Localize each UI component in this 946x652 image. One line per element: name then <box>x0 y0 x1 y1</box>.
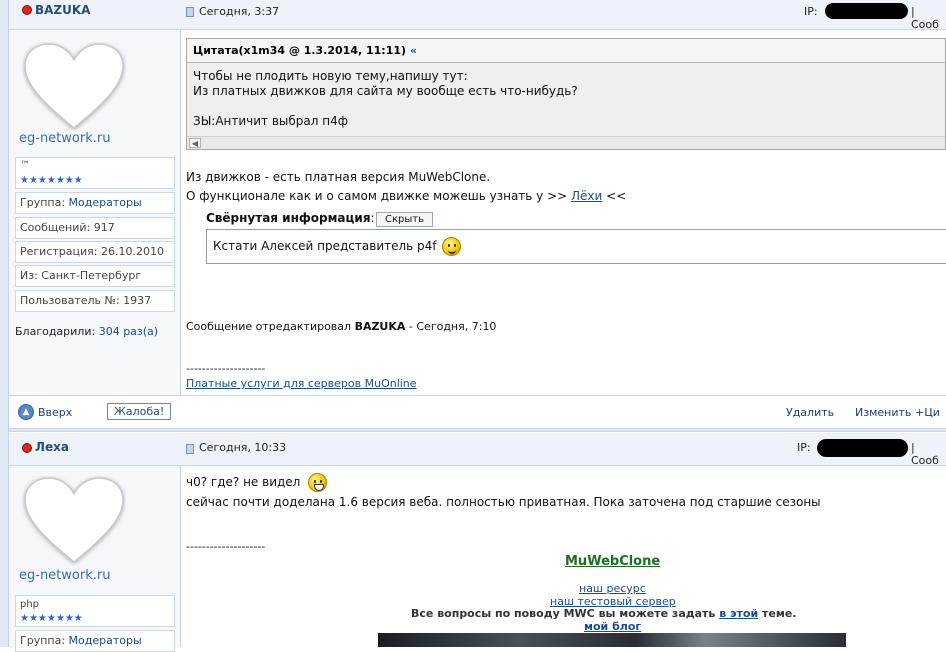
group-label: Группа: <box>20 634 66 647</box>
signature-topic-link[interactable]: в этой <box>719 607 758 620</box>
ip-suffix: | Сооб <box>911 441 939 467</box>
signature-blog-link[interactable]: мой блог <box>584 620 641 633</box>
avatar-site-label: eg-network.ru <box>19 568 111 583</box>
user-number-box: Пользователь №: 1937 <box>15 290 175 312</box>
thanks-count[interactable]: 304 раз(а) <box>99 325 158 338</box>
grin-emoticon-icon <box>308 473 327 492</box>
signature-banner-image <box>378 633 846 647</box>
location-box: Из: Санкт-Петербург <box>15 265 175 287</box>
rating-stars-icon: ★★★★★★★ <box>20 175 83 186</box>
author-profile-link[interactable]: Лёхи <box>571 189 602 203</box>
offline-status-icon <box>22 5 32 15</box>
spoiler-label: Свёрнутая информация <box>206 211 371 225</box>
scroll-top-link[interactable]: Вверх <box>38 406 72 419</box>
signature-question-suffix: теме. <box>758 607 797 620</box>
quote-text: Чтобы не плодить новую тему,напишу тут: И… <box>193 69 578 129</box>
post-body-line: сейчас почти доделана 1.6 версия веба. п… <box>186 495 821 509</box>
arrow-up-icon[interactable]: ▲ <box>18 404 34 420</box>
post-body-text: О функционале как и о самом движке можеш… <box>186 189 572 203</box>
quote-source: Цитата(x1m34 @ 1.3.2014, 11:11) <box>193 44 407 57</box>
thanks-label: Благодарили: <box>15 325 96 338</box>
registration-date: Регистрация: 26.10.2010 <box>20 245 164 258</box>
ip-label: IP: <box>797 441 811 454</box>
ip-redaction <box>817 439 908 457</box>
signature-resource-link[interactable]: наш ресурс <box>579 582 646 595</box>
edit-note-author: BAZUKA <box>354 320 406 333</box>
avatar-site-label: eg-network.ru <box>19 131 111 146</box>
post-separator <box>9 428 946 432</box>
report-button[interactable]: Жалоба! <box>107 403 172 420</box>
edit-button[interactable]: Изменить <box>855 406 911 419</box>
ip-redaction <box>825 3 908 19</box>
signature-divider: -------------------- <box>186 362 266 375</box>
thanks-row: Благодарили: 304 раз(а) <box>15 325 158 338</box>
quote-header: Цитата(x1m34 @ 1.3.2014, 11:11) « <box>187 39 945 63</box>
post-body-line: Из движков - есть платная версия MuWebCl… <box>186 170 491 184</box>
post-body-line: О функционале как и о самом движке можеш… <box>186 189 626 203</box>
group-value: Модераторы <box>68 196 142 209</box>
offline-status-icon <box>22 443 32 453</box>
post-body-text: << <box>602 189 627 203</box>
spoiler-colon: : <box>370 211 375 225</box>
quote-line: ЗЫ:Античит выбрал п4ф <box>193 114 349 128</box>
group-label: Группа: <box>20 196 66 209</box>
post-author-name[interactable]: Леха <box>35 440 69 454</box>
ip-suffix: | Сооб <box>911 5 939 31</box>
smile-emoticon-icon <box>442 237 461 256</box>
member-title: ™ <box>20 160 30 171</box>
quote-line <box>193 99 578 114</box>
spoiler-text: Кстати Алексей представитель p4f <box>213 239 437 253</box>
quote-line: Из платных движков для сайта му вообще е… <box>193 84 578 98</box>
location: Из: Санкт-Петербург <box>20 269 142 282</box>
registration-box: Регистрация: 26.10.2010 <box>15 241 175 263</box>
group-box: Группа: Модераторы <box>15 192 175 214</box>
edit-note-prefix: Сообщение отредактировал <box>186 320 355 333</box>
ip-label: IP: <box>804 5 818 18</box>
post-link-icon[interactable] <box>186 7 194 17</box>
group-value: Модераторы <box>68 634 142 647</box>
post-date: Сегодня, 3:37 <box>199 5 280 18</box>
user-number: Пользователь №: 1937 <box>20 294 152 307</box>
rating-stars-icon: ★★★★★★★ <box>20 613 83 624</box>
member-title: php <box>20 599 40 610</box>
scroll-left-icon[interactable]: ◀ <box>189 138 201 148</box>
signature-question-text: Все вопросы по поводу MWC вы можете зада… <box>411 607 720 620</box>
quote-block: Цитата(x1m34 @ 1.3.2014, 11:11) « Чтобы … <box>186 38 946 150</box>
avatar[interactable] <box>22 476 126 566</box>
post-author-name[interactable]: BAZUKA <box>35 3 90 17</box>
signature-title-link[interactable]: MuWebClone <box>565 554 660 569</box>
post-link-icon[interactable] <box>186 444 194 454</box>
left-border <box>0 0 9 647</box>
post-date: Сегодня, 10:33 <box>199 441 287 454</box>
signature-question-line: Все вопросы по поводу MWC вы можете зада… <box>411 607 796 620</box>
edit-note: Сообщение отредактировал BAZUKA - Сегодн… <box>186 320 496 333</box>
quote-back-link[interactable]: « <box>410 44 417 57</box>
group-box: Группа: Модераторы <box>15 630 175 652</box>
quote-line: Чтобы не плодить новую тему,напишу тут: <box>193 69 468 83</box>
posts-count-box: Сообщений: 917 <box>15 217 175 239</box>
avatar[interactable] <box>22 42 126 132</box>
delete-button[interactable]: Удалить <box>786 406 834 419</box>
spoiler-content: Кстати Алексей представитель p4f <box>206 229 946 264</box>
spoiler-title: Свёрнутая информация: <box>206 211 375 225</box>
spoiler-toggle-button[interactable]: Скрыть <box>376 212 433 227</box>
post-body-line: ч0? где? не видел <box>186 475 301 489</box>
signature-divider: -------------------- <box>186 540 266 553</box>
quote-button[interactable]: +Ци <box>915 406 940 419</box>
posts-count: Сообщений: 917 <box>20 221 115 234</box>
edit-note-time: - Сегодня, 7:10 <box>405 320 497 333</box>
quote-scrollbar[interactable]: ◀ <box>187 136 945 149</box>
signature-link[interactable]: Платные услуги для серверов MuOnline <box>186 377 417 390</box>
